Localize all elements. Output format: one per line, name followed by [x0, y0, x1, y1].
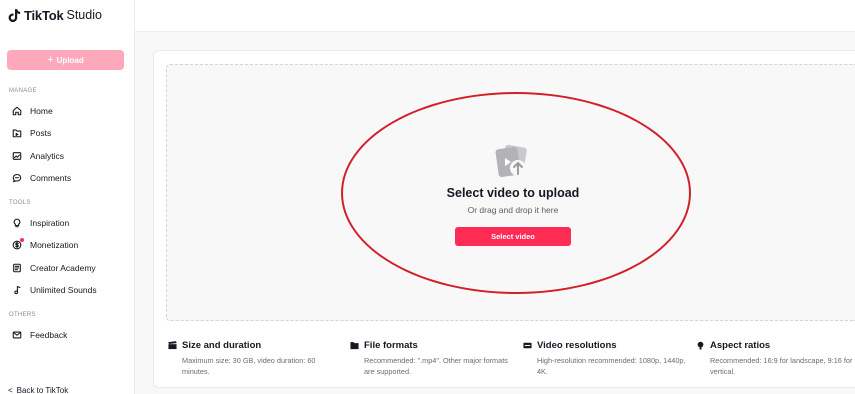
sidebar-item-unlimited-sounds[interactable]: Unlimited Sounds: [12, 281, 97, 299]
sidebar-item-label: Posts: [30, 128, 52, 138]
back-to-tiktok-link[interactable]: < Back to TikTok: [8, 386, 68, 394]
section-tools: TOOLS: [9, 200, 31, 206]
info-aspect-ratios: Aspect ratios Recommended: 16:9 for land…: [696, 340, 855, 377]
sidebar-item-label: Home: [30, 106, 53, 116]
upload-button[interactable]: + Upload: [7, 50, 124, 70]
info-desc: High-resolution recommended: 1080p, 1440…: [537, 356, 686, 376]
select-video-button[interactable]: Select video: [455, 227, 571, 246]
sidebar-item-label: Analytics: [30, 151, 65, 161]
sidebar-item-label: Unlimited Sounds: [30, 285, 97, 295]
info-size-duration: Size and duration Maximum size: 30 GB, v…: [168, 340, 338, 377]
clapper-icon: [168, 341, 177, 350]
info-desc: Recommended: 16:9 for landscape, 9:16 fo…: [710, 356, 853, 376]
section-manage: MANAGE: [9, 88, 37, 94]
tiktok-studio-logo[interactable]: TikTok Studio: [8, 6, 102, 24]
home-icon: [12, 106, 22, 116]
notification-dot: [20, 238, 24, 242]
plus-icon: +: [47, 53, 54, 66]
info-video-resolutions: Video resolutions High-resolution recomm…: [523, 340, 688, 377]
back-link-label: Back to TikTok: [16, 386, 69, 394]
section-others: OTHERS: [9, 312, 36, 318]
info-title: Size and duration: [182, 340, 262, 351]
info-file-formats: File formats Recommended: ".mp4". Other …: [350, 340, 510, 377]
video-upload-icon: [495, 144, 527, 178]
product-name: Studio: [66, 8, 102, 22]
upload-button-label: Upload: [56, 55, 84, 65]
tiktok-logo-icon: [8, 8, 21, 22]
lightbulb-icon: [13, 218, 21, 228]
ratio-icon: [697, 341, 704, 350]
sidebar-item-creator-academy[interactable]: Creator Academy: [12, 259, 96, 277]
comment-icon: [12, 173, 22, 183]
top-bar: [135, 0, 855, 32]
info-title: Aspect ratios: [710, 340, 771, 351]
info-title: Video resolutions: [537, 340, 617, 351]
sidebar-item-posts[interactable]: Posts: [12, 124, 51, 142]
brand-name: TikTok: [24, 7, 64, 23]
hd-icon: [523, 342, 532, 349]
sidebar-item-label: Comments: [30, 173, 72, 183]
sidebar-item-inspiration[interactable]: Inspiration: [12, 214, 69, 232]
sidebar-item-label: Creator Academy: [30, 263, 96, 273]
analytics-icon: [12, 152, 22, 160]
info-title: File formats: [364, 340, 418, 351]
book-icon: [13, 263, 21, 273]
info-desc: Recommended: ".mp4". Other major formats…: [364, 356, 508, 376]
music-note-icon: [14, 285, 21, 295]
sidebar-item-analytics[interactable]: Analytics: [12, 147, 64, 165]
file-icon: [350, 342, 359, 350]
sidebar-item-label: Feedback: [30, 330, 68, 340]
sidebar-item-label: Inspiration: [30, 218, 70, 228]
sidebar-item-label: Monetization: [30, 240, 79, 250]
dollar-icon-wrap: [12, 238, 24, 250]
sidebar: TikTok Studio + Upload MANAGE Home Posts…: [0, 0, 135, 394]
dropzone-title: Select video to upload: [446, 186, 580, 200]
mail-icon: [12, 331, 22, 339]
arrow-left-icon: <: [8, 386, 13, 394]
sidebar-item-comments[interactable]: Comments: [12, 169, 71, 187]
sidebar-item-home[interactable]: Home: [12, 102, 53, 120]
sidebar-item-feedback[interactable]: Feedback: [12, 326, 67, 344]
dropzone-subtitle: Or drag and drop it here: [467, 205, 559, 215]
sidebar-item-monetization[interactable]: Monetization: [12, 236, 78, 254]
info-desc: Maximum size: 30 GB, video duration: 60 …: [182, 356, 316, 376]
folder-icon: [12, 129, 22, 138]
